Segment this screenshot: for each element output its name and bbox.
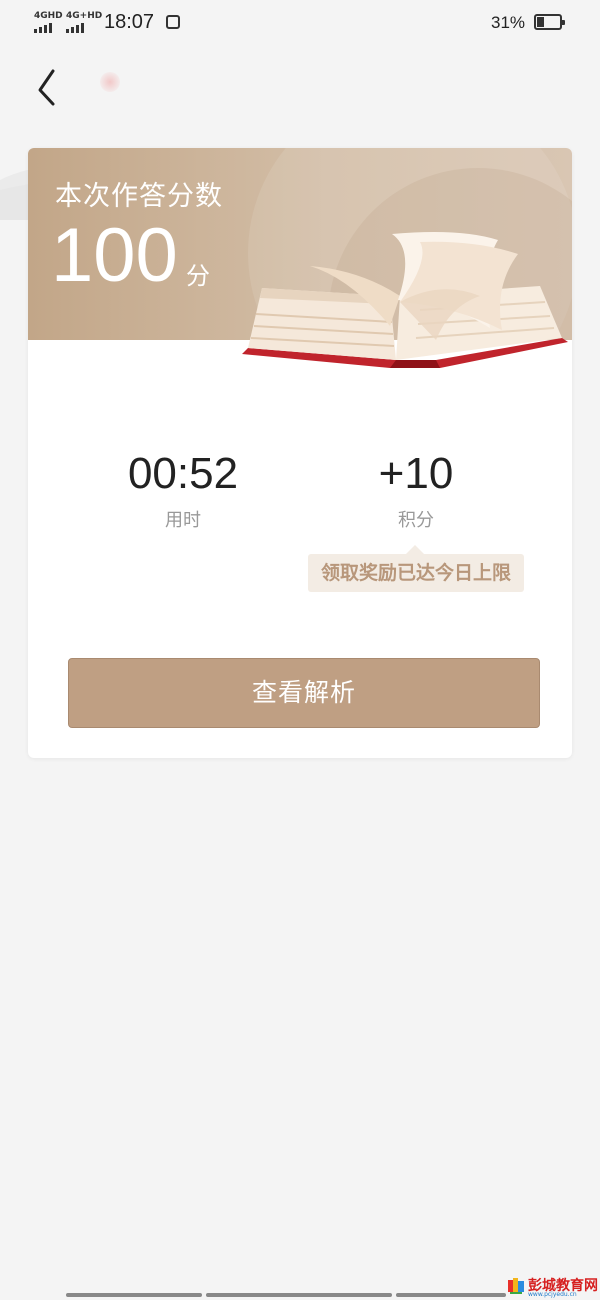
reward-limit-tooltip: 领取奖励已达今日上限 xyxy=(308,545,524,592)
score-unit: 分 xyxy=(186,262,210,290)
home-indicator-center[interactable] xyxy=(206,1293,392,1297)
battery-icon xyxy=(534,14,565,30)
battery-percent: 31% xyxy=(491,13,526,32)
score-value: 100 xyxy=(51,213,178,298)
watermark-logo-icon xyxy=(508,1278,524,1294)
signal-1-label: 4GHD xyxy=(34,11,63,21)
decorative-sun-icon xyxy=(100,72,120,92)
watermark: 彭城教育网 www.pcjyedu.cn xyxy=(508,1276,600,1298)
notification-app-icon xyxy=(166,15,180,29)
signal-4g-icon: 4GHD xyxy=(34,12,63,33)
signal-4g-plus-icon: 4G+HD xyxy=(66,12,102,33)
result-card: 本次作答分数 100 分 00:52 用时 +10 积分 领取奖励已达今日上限 … xyxy=(28,148,572,758)
view-analysis-button[interactable]: 查看解析 xyxy=(68,658,540,728)
stats-row: 00:52 用时 +10 积分 xyxy=(28,448,572,548)
signal-2-label: 4G+HD xyxy=(66,11,103,21)
home-indicator-left xyxy=(66,1293,202,1297)
status-bar: 4GHD 4G+HD 18:07 31% xyxy=(0,0,600,48)
watermark-url: www.pcjyedu.cn xyxy=(528,1291,577,1298)
time-label: 用时 xyxy=(165,510,201,531)
status-time: 18:07 xyxy=(104,11,155,33)
home-indicator-right xyxy=(396,1293,506,1297)
time-value: 00:52 xyxy=(127,449,239,498)
points-label: 积分 xyxy=(398,510,434,531)
open-book-icon xyxy=(242,232,568,368)
points-stat: +10 积分 xyxy=(316,448,516,532)
points-value: +10 xyxy=(378,449,454,498)
score-title: 本次作答分数 xyxy=(55,181,223,212)
time-stat: 00:52 用时 xyxy=(83,448,283,532)
